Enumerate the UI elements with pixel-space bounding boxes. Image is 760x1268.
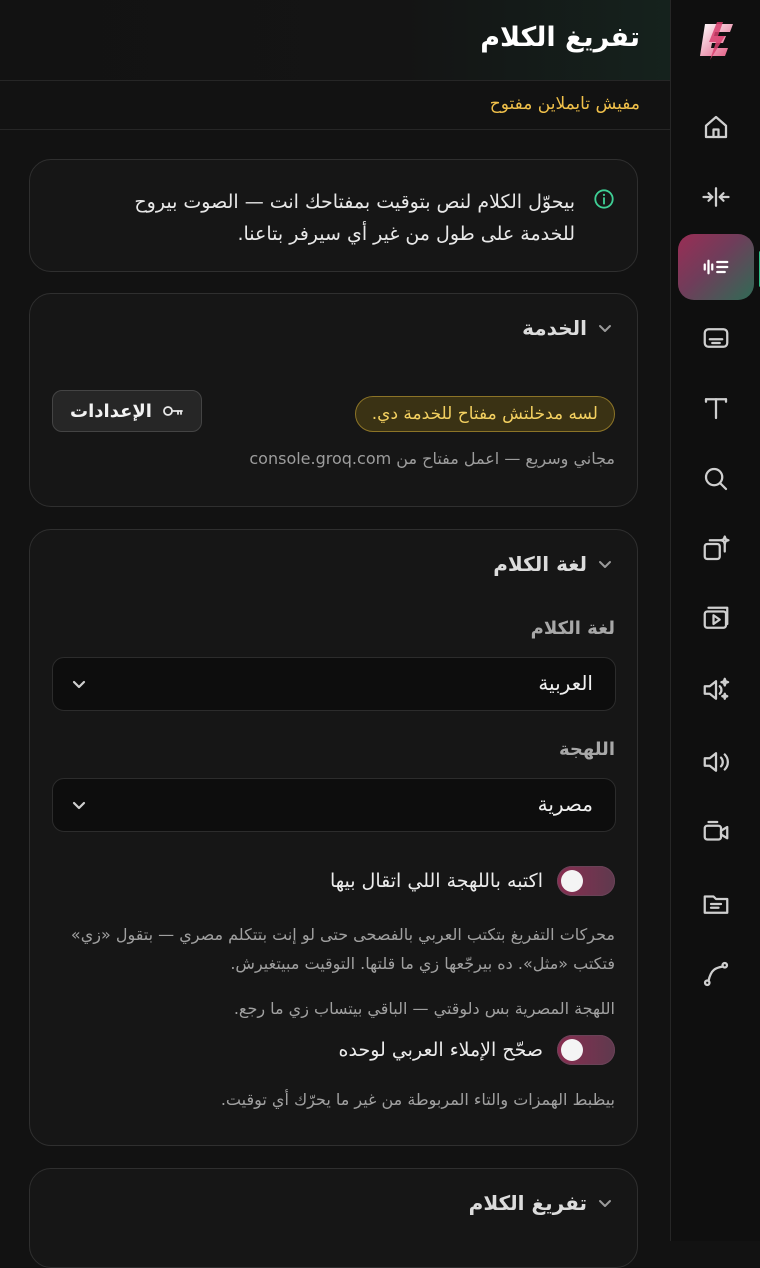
- transcribe-heading: تفريغ الكلام: [468, 1191, 587, 1215]
- chevron-down-icon: [599, 561, 611, 568]
- page-title: تفريغ الكلام: [480, 22, 640, 53]
- sidebar-item-files[interactable]: [671, 874, 760, 934]
- chevron-down-icon: [599, 325, 611, 332]
- language-section-toggle[interactable]: لغة الكلام: [493, 552, 613, 576]
- header: تفريغ الكلام: [0, 0, 670, 81]
- sidebar-item-ai-voice[interactable]: [671, 660, 760, 720]
- chevron-down-icon: [72, 680, 86, 689]
- dialect-toggle-row: اكتبه باللهجة اللي اتقال بيها: [330, 866, 615, 896]
- sidebar-item-transcribe[interactable]: [671, 234, 760, 300]
- folder-icon: [703, 895, 729, 914]
- sidebar-item-text[interactable]: [671, 378, 760, 438]
- subtitles-icon: [703, 328, 729, 348]
- search-icon: [704, 467, 728, 491]
- transcribe-card: تفريغ الكلام: [29, 1168, 638, 1268]
- info-card: بيحوّل الكلام لنص بتوقيت بمفتاحك انت — ا…: [29, 159, 638, 272]
- sidebar-item-curve[interactable]: [671, 944, 760, 1004]
- dialect-toggle[interactable]: [557, 866, 615, 896]
- sidebar-item-camera[interactable]: [671, 802, 760, 862]
- home-icon: [704, 115, 728, 139]
- info-icon: [594, 189, 614, 209]
- dialect-toggle-label: اكتبه باللهجة اللي اتقال بيها: [329, 870, 543, 892]
- sidebar: [670, 0, 760, 1241]
- main-panel: تفريغ الكلام مفيش تايملاين مفتوح بيحوّل …: [0, 0, 670, 1268]
- service-heading: الخدمة: [522, 316, 587, 340]
- timeline-status: مفيش تايملاين مفتوح: [489, 94, 640, 114]
- dialect-note: اللهجة المصرية بس دلوقتي — الباقي بيتساب…: [233, 999, 615, 1018]
- app-logo[interactable]: [695, 18, 739, 62]
- language-field-label: لغة الكلام: [530, 618, 615, 639]
- sidebar-item-audio[interactable]: [671, 732, 760, 792]
- curve-icon: [703, 961, 729, 987]
- dialect-select-value: مصرية: [537, 792, 593, 816]
- missing-key-badge: لسه مدخلتش مفتاح للخدمة دي.: [354, 396, 615, 432]
- spell-description: بيظبط الهمزات والتاء المربوطة من غير ما …: [220, 1090, 615, 1109]
- service-section-toggle[interactable]: الخدمة: [522, 316, 613, 340]
- chevron-down-icon: [72, 801, 86, 810]
- service-hint: مجاني وسريع — اعمل مفتاح من console.groq…: [249, 449, 615, 468]
- service-card: الخدمة لسه مدخلتش مفتاح للخدمة دي. الإعد…: [29, 293, 638, 507]
- sidebar-item-home[interactable]: [671, 97, 760, 157]
- settings-button[interactable]: الإعدادات: [52, 390, 202, 432]
- transcribe-section-toggle[interactable]: تفريغ الكلام: [469, 1191, 613, 1215]
- language-select-value: العربية: [538, 671, 593, 695]
- toggle-knob: [561, 1039, 583, 1061]
- key-icon: [163, 406, 183, 416]
- info-text: بيحوّل الكلام لنص بتوقيت بمفتاحك انت — ا…: [134, 191, 575, 245]
- transcribe-icon: [703, 259, 729, 275]
- logo-icon: [700, 22, 733, 60]
- language-card: لغة الكلام لغة الكلام العربية اللهجة مصر…: [29, 529, 638, 1146]
- ai-clone-icon: [703, 535, 730, 561]
- video-play-icon: [703, 606, 729, 629]
- camera-icon: [703, 820, 729, 841]
- language-heading: لغة الكلام: [493, 552, 587, 576]
- ai-voice-icon: [703, 677, 730, 700]
- spell-toggle-row: صحّح الإملاء العربي لوحده: [339, 1035, 615, 1065]
- sidebar-item-video[interactable]: [671, 589, 760, 649]
- settings-label: الإعدادات: [70, 400, 152, 422]
- sidebar-item-subtitles[interactable]: [671, 308, 760, 368]
- speaker-icon: [703, 752, 729, 772]
- text-icon: [704, 398, 728, 420]
- timeline-status-bar: مفيش تايملاين مفتوح: [0, 81, 670, 130]
- spell-toggle[interactable]: [557, 1035, 615, 1065]
- dialect-select[interactable]: مصرية: [52, 778, 616, 832]
- split-icon: [702, 187, 730, 207]
- sidebar-item-ai-clone[interactable]: [671, 519, 760, 579]
- dialect-description: محركات التفريغ بتكتب العربي بالفصحى حتى …: [70, 925, 615, 973]
- sidebar-item-split[interactable]: [671, 167, 760, 227]
- sidebar-item-search[interactable]: [671, 449, 760, 509]
- chevron-down-icon: [599, 1200, 611, 1207]
- toggle-knob: [561, 870, 583, 892]
- dialect-field-label: اللهجة: [558, 739, 615, 760]
- language-select[interactable]: العربية: [52, 657, 616, 711]
- spell-toggle-label: صحّح الإملاء العربي لوحده: [338, 1039, 543, 1061]
